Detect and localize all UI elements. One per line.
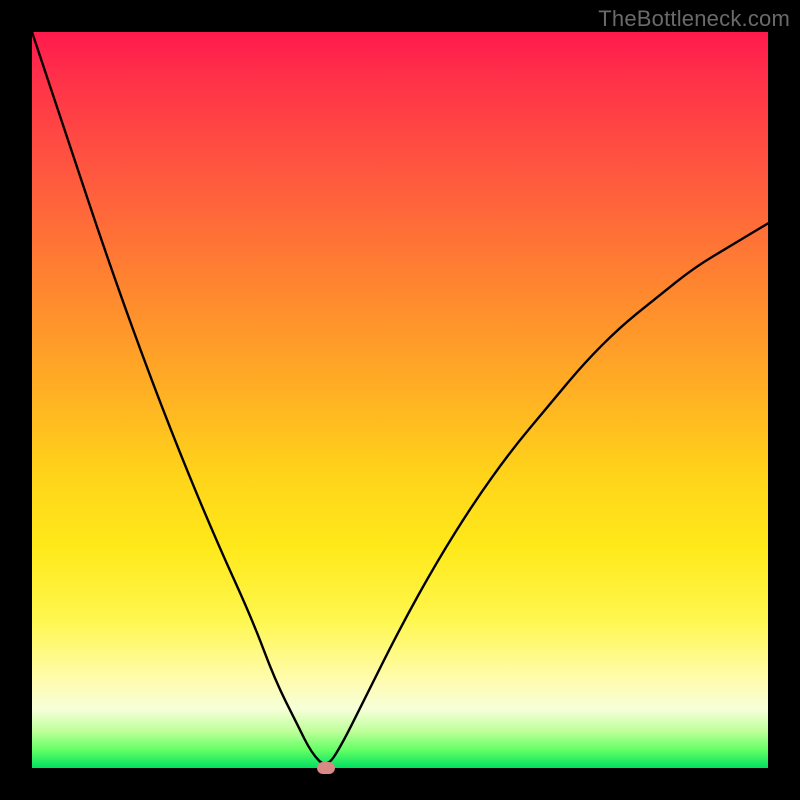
watermark-label: TheBottleneck.com — [598, 6, 790, 32]
plot-area — [32, 32, 768, 768]
optimum-marker — [317, 762, 335, 774]
curve-svg — [32, 32, 768, 768]
chart-frame: TheBottleneck.com — [0, 0, 800, 800]
bottleneck-curve-path — [32, 32, 768, 764]
